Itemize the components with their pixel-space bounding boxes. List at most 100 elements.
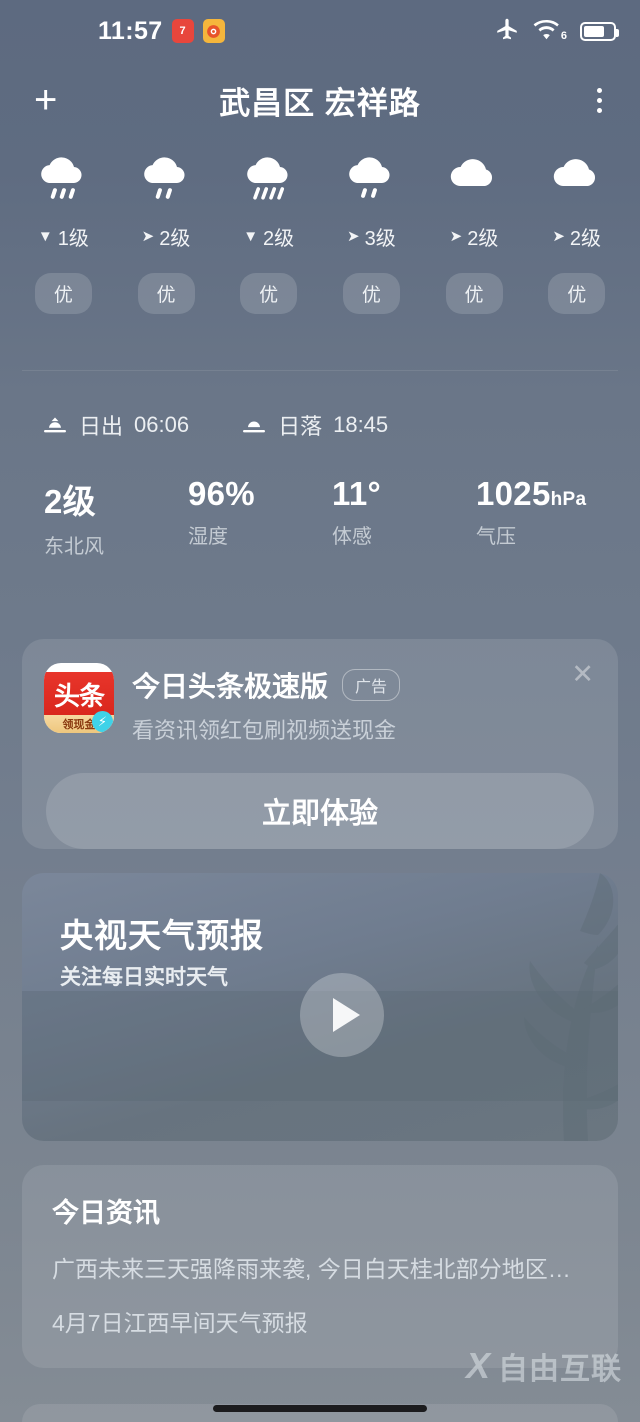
metric-pressure: 1025hPa 气压 (476, 475, 620, 559)
battery-icon (580, 21, 619, 41)
ad-subtitle: 看资讯领红包刷视频送现金 (132, 718, 397, 743)
metric-number: 11° (332, 475, 381, 512)
wind-info: ➤ 3级 (347, 222, 396, 251)
ad-cta-button[interactable]: 立即体验 (46, 773, 594, 849)
rain-cloud-icon (33, 154, 93, 208)
aqi-badge: 优 (445, 273, 503, 314)
wind-level-label: 2级 (569, 228, 602, 250)
sun-times-row: 日出 06:06 日落 18:45 (0, 371, 640, 441)
wifi-icon: 6 (533, 20, 567, 42)
dot (597, 87, 602, 93)
metric-unit: hPa (550, 489, 587, 510)
page-title: 武昌区 宏祥路 (219, 85, 421, 121)
wind-level-label: 1级 (57, 228, 89, 250)
sunset-info: 日落 18:45 (241, 409, 388, 441)
play-button[interactable] (300, 973, 384, 1057)
wind-direction-icon: ▼ (243, 228, 259, 245)
wind-info: ➤ 2级 (552, 222, 601, 251)
metric-value: 11° (332, 475, 476, 513)
news-heading: 今日资讯 (52, 1198, 160, 1228)
sunrise-time: 06:06 (134, 412, 190, 437)
sunset-label: 日落 (278, 414, 323, 439)
metric-number: 2级 (44, 483, 96, 520)
dot (597, 107, 602, 113)
wind-info: ➤ 2级 (142, 222, 191, 251)
news-card[interactable]: 今日资讯 广西未来三天强降雨来袭, 今日白天桂北部分地区… 4月7日江西早间天气… (22, 1165, 618, 1368)
aqi-badge: 优 (548, 273, 606, 314)
status-time: 11:57 (98, 16, 163, 45)
ad-label-badge: 广告 (342, 669, 401, 701)
hourly-item[interactable]: ➤ 2级 优 (525, 154, 628, 314)
notification-badge-red-icon: 7 (171, 19, 194, 43)
metric-label: 东北风 (44, 536, 104, 558)
metric-label: 体感 (332, 526, 372, 548)
sunrise-label: 日出 (79, 414, 124, 439)
home-indicator[interactable] (213, 1405, 427, 1412)
hourly-item[interactable]: ➤ 2级 优 (423, 154, 526, 314)
metric-label: 气压 (476, 526, 516, 548)
play-triangle-icon (332, 998, 360, 1032)
aqi-badge: 优 (137, 273, 195, 314)
toutiao-app-logo-icon: 头条 领现金 ⚡ (44, 663, 114, 733)
grass-silhouette-icon (524, 873, 618, 1141)
wind-info: ➤ 2级 (450, 222, 499, 251)
video-subtitle: 关注每日实时天气 (60, 966, 228, 989)
close-icon[interactable]: ✕ (571, 661, 594, 688)
metric-number: 96% (188, 475, 255, 512)
wind-level-label: 2级 (467, 228, 499, 250)
wifi-generation-label: 6 (560, 30, 567, 42)
more-options-button[interactable] (593, 84, 606, 117)
app-header: + 武昌区 宏祥路 (0, 62, 640, 138)
rain-cloud-icon (136, 154, 196, 208)
sunset-icon (243, 421, 266, 433)
hourly-item[interactable]: ➤ 2级 优 (115, 154, 218, 314)
hourly-item[interactable]: ▼ 1级 优 (12, 154, 115, 314)
aqi-badge: 优 (34, 273, 92, 314)
wind-level-label: 2级 (159, 228, 191, 250)
hourly-item[interactable]: ▼ 2级 优 (217, 154, 320, 314)
hourly-item[interactable]: ➤ 3级 优 (320, 154, 423, 314)
sunrise-info: 日出 06:06 (42, 409, 189, 441)
metrics-row: 2级 东北风 96% 湿度 11° 体感 1025hPa 气压 (0, 441, 640, 559)
rain-cloud-icon (341, 154, 401, 208)
sunset-time: 18:45 (333, 412, 389, 437)
video-title: 央视天气预报 (60, 917, 264, 954)
wind-level-label: 2级 (263, 228, 295, 250)
hourly-forecast-strip: ▼ 1级 优 ➤ 2级 优 ▼ 2级 优 ➤ 3级 优 ➤ 2级 优 ➤ 2级 … (0, 138, 640, 314)
sunrise-icon (44, 417, 66, 433)
add-city-button[interactable]: + (34, 80, 57, 120)
ad-text-block: 今日头条极速版 广告 看资讯领红包刷视频送现金 (132, 663, 401, 745)
news-item[interactable]: 广西未来三天强降雨来袭, 今日白天桂北部分地区… (52, 1250, 588, 1284)
wind-direction-icon: ➤ (552, 228, 565, 245)
status-bar-left: 11:57 7 (98, 17, 225, 46)
wind-info: ▼ 2级 (243, 222, 294, 251)
metric-feels-like: 11° 体感 (332, 475, 476, 559)
heavy-rain-cloud-icon (239, 154, 299, 208)
airplane-mode-icon (494, 16, 520, 47)
news-item[interactable]: 4月7日江西早间天气预报 (52, 1304, 588, 1338)
aqi-badge: 优 (342, 273, 400, 314)
weibo-badge-icon (202, 19, 225, 43)
wind-direction-icon: ➤ (141, 228, 155, 245)
advertisement-card[interactable]: ✕ 头条 领现金 ⚡ 今日头条极速版 广告 看资讯领红包刷视频送现金 立即体验 (22, 639, 618, 849)
status-bar: 11:57 7 6 (0, 0, 640, 62)
metric-humidity: 96% 湿度 (188, 475, 332, 559)
metric-label: 湿度 (188, 526, 228, 548)
metric-value: 1025hPa (476, 475, 620, 513)
dot (597, 97, 602, 103)
ad-title-row: 今日头条极速版 广告 (132, 665, 401, 705)
wind-level-label: 3级 (364, 228, 396, 250)
wind-direction-icon: ➤ (347, 228, 360, 245)
lightning-badge-icon: ⚡ (92, 711, 113, 732)
metric-number: 1025 (476, 475, 551, 512)
metric-value: 96% (188, 475, 332, 513)
metric-wind: 2级 东北风 (44, 475, 188, 559)
ad-title: 今日头条极速版 (132, 671, 329, 702)
video-card[interactable]: 央视天气预报 关注每日实时天气 (22, 873, 618, 1141)
metric-value: 2级 (44, 475, 188, 523)
cloud-icon (547, 154, 607, 208)
status-bar-right: 6 (494, 16, 619, 47)
cloud-icon (444, 154, 504, 208)
ad-header: 头条 领现金 ⚡ 今日头条极速版 广告 看资讯领红包刷视频送现金 (22, 639, 618, 745)
wind-info: ▼ 1级 (38, 222, 89, 251)
